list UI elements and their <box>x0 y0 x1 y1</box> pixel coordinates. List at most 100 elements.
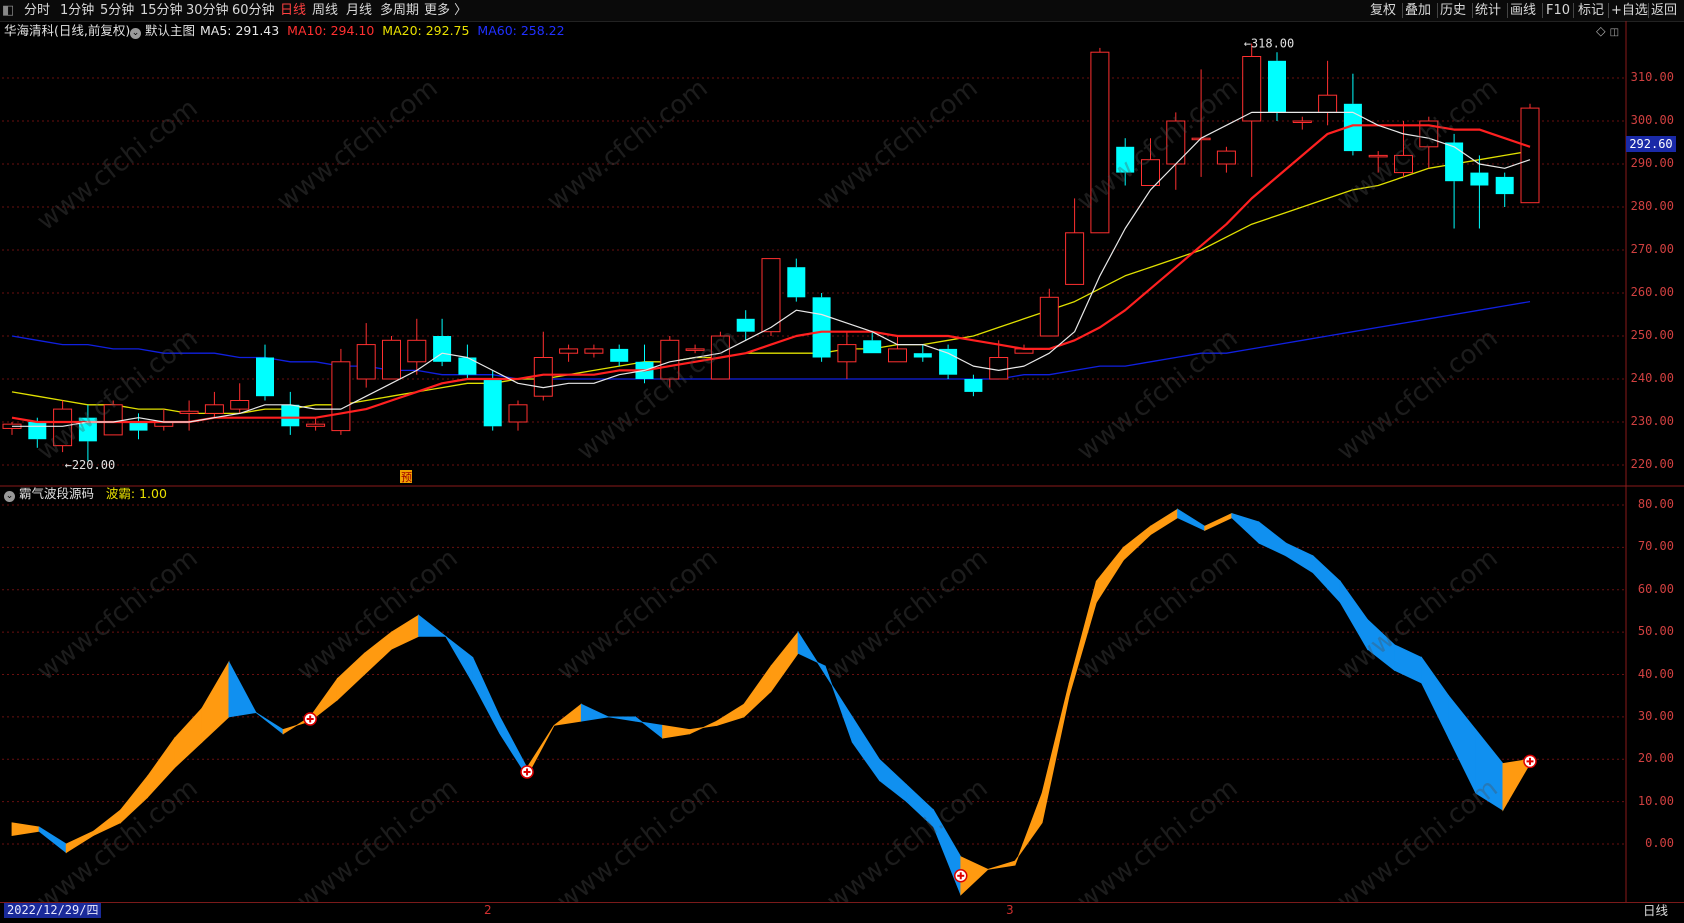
candle <box>1268 52 1286 121</box>
band-segment <box>1204 512 1233 532</box>
ma20-label: MA20: 292.75 <box>382 23 470 38</box>
indicator-tick: 70.00 <box>1637 539 1674 554</box>
indicator-tick: 60.00 <box>1637 581 1674 596</box>
band-segment <box>120 775 148 824</box>
candle-body <box>1445 142 1464 182</box>
band-segment <box>1475 728 1504 811</box>
candle-body <box>129 422 148 431</box>
candle <box>939 344 958 379</box>
high-price-label: ←318.00 <box>1244 37 1295 51</box>
timeframe-tab[interactable]: 30分钟 <box>186 0 229 21</box>
timeframe-tab[interactable]: 15分钟 <box>140 0 183 21</box>
ma10-label: MA10: 294.10 <box>287 23 375 38</box>
indicator-dropdown-icon[interactable]: ⌄ <box>4 491 15 502</box>
candle-body <box>1242 56 1262 122</box>
candle-body <box>761 258 781 333</box>
indicator-tick: 40.00 <box>1637 666 1674 681</box>
action-button[interactable]: 统计 <box>1475 0 1501 21</box>
candle-body <box>913 353 932 358</box>
band-segment <box>1285 542 1314 574</box>
candle <box>179 400 199 431</box>
candle <box>1090 47 1110 234</box>
band-segment <box>906 783 934 828</box>
timeframe-tab[interactable]: 周线 <box>312 0 338 21</box>
candle <box>1065 198 1085 285</box>
toolbar-left-menu-icon[interactable]: ◧ <box>2 0 14 21</box>
more-menu[interactable]: 更多 〉 <box>424 0 467 21</box>
band-segment <box>472 657 501 734</box>
band-segment <box>1123 525 1151 562</box>
candle <box>1039 288 1059 337</box>
template-dropdown-icon[interactable]: ⌄ <box>130 28 141 39</box>
band-segment <box>1095 546 1124 604</box>
cursor-date: 2022/12/29/四 <box>4 903 102 918</box>
panel-controls[interactable]: ◇ ◫ <box>1596 23 1619 41</box>
candle-body <box>256 357 274 397</box>
candle-body <box>306 423 326 427</box>
candle <box>1292 116 1312 130</box>
candle-body <box>356 344 376 380</box>
buy-marker <box>303 712 317 726</box>
action-button[interactable]: +自选 <box>1611 0 1648 21</box>
action-button[interactable]: F10 <box>1546 0 1570 21</box>
candle <box>888 336 907 363</box>
candle-body <box>660 339 680 380</box>
candle <box>837 331 857 379</box>
candle <box>1470 155 1489 229</box>
candle-body <box>230 400 250 410</box>
candle-body <box>888 348 907 363</box>
candle <box>1191 69 1211 177</box>
timeframe-tab-active[interactable]: 日线 <box>280 0 306 21</box>
diamond-icon[interactable]: ◇ <box>1596 23 1606 38</box>
indicator-tick: 30.00 <box>1637 708 1674 723</box>
timeframe-tab[interactable]: 60分钟 <box>232 0 275 21</box>
candle <box>1166 112 1186 190</box>
candle <box>281 391 300 435</box>
timeframe-tab[interactable]: 5分钟 <box>100 0 134 21</box>
panel-borders <box>0 21 1684 902</box>
band-segment <box>445 636 474 685</box>
candle-body <box>1520 107 1540 204</box>
action-button[interactable]: 复权 <box>1370 0 1396 21</box>
candle-body <box>787 267 806 298</box>
candle <box>1318 60 1338 126</box>
timeframe-tab[interactable]: 多周期 <box>380 0 419 21</box>
timeframe-tab[interactable]: 月线 <box>346 0 372 21</box>
candle <box>1116 138 1135 186</box>
timeframe-tab[interactable]: 分时 <box>24 0 50 21</box>
chart-canvas[interactable]: ←318.00 ←220.00 预 <box>0 21 1684 923</box>
candle-body <box>685 348 705 351</box>
candle-body <box>53 408 73 447</box>
candle-body <box>1039 296 1059 337</box>
candle <box>78 404 97 461</box>
candle-body <box>1470 172 1489 186</box>
timeframe-tab[interactable]: 1分钟 <box>60 0 94 21</box>
indicator-tick: 10.00 <box>1637 793 1674 808</box>
candle-body <box>989 357 1009 380</box>
current-price-badge: 292.60 <box>1626 136 1676 152</box>
buy-marker <box>1523 754 1537 769</box>
action-button[interactable]: 标记 <box>1578 0 1604 21</box>
candle <box>584 344 604 358</box>
template-name: 默认主图 <box>144 23 195 38</box>
indicator-tick: 0.00 <box>1645 836 1674 850</box>
candle <box>761 258 781 336</box>
candle <box>356 323 376 388</box>
action-button[interactable]: 叠加 <box>1405 0 1431 21</box>
period-label[interactable]: 日线 <box>1643 903 1668 918</box>
candle <box>204 391 224 418</box>
candle <box>812 293 831 362</box>
action-button[interactable]: 返回 <box>1651 0 1677 21</box>
candle <box>331 348 351 435</box>
indicator-title: ⌄ 霸气波段源码 波霸: 1.00 <box>4 486 167 502</box>
template-selector[interactable]: ⌄ 默认主图 <box>130 23 195 39</box>
toolbar: ◧ 分时 1分钟 5分钟 15分钟 30分钟 60分钟 日线 周线 月线 多周期… <box>0 0 1684 22</box>
band-segment <box>336 652 365 701</box>
time-axis <box>0 902 1684 921</box>
window-icon[interactable]: ◫ <box>1610 27 1619 38</box>
ma5-label: MA5: 291.43 <box>200 23 280 38</box>
candle-body <box>331 361 351 432</box>
action-button[interactable]: 画线 <box>1510 0 1536 21</box>
action-button[interactable]: 历史 <box>1440 0 1466 21</box>
band-segment <box>1339 580 1368 651</box>
